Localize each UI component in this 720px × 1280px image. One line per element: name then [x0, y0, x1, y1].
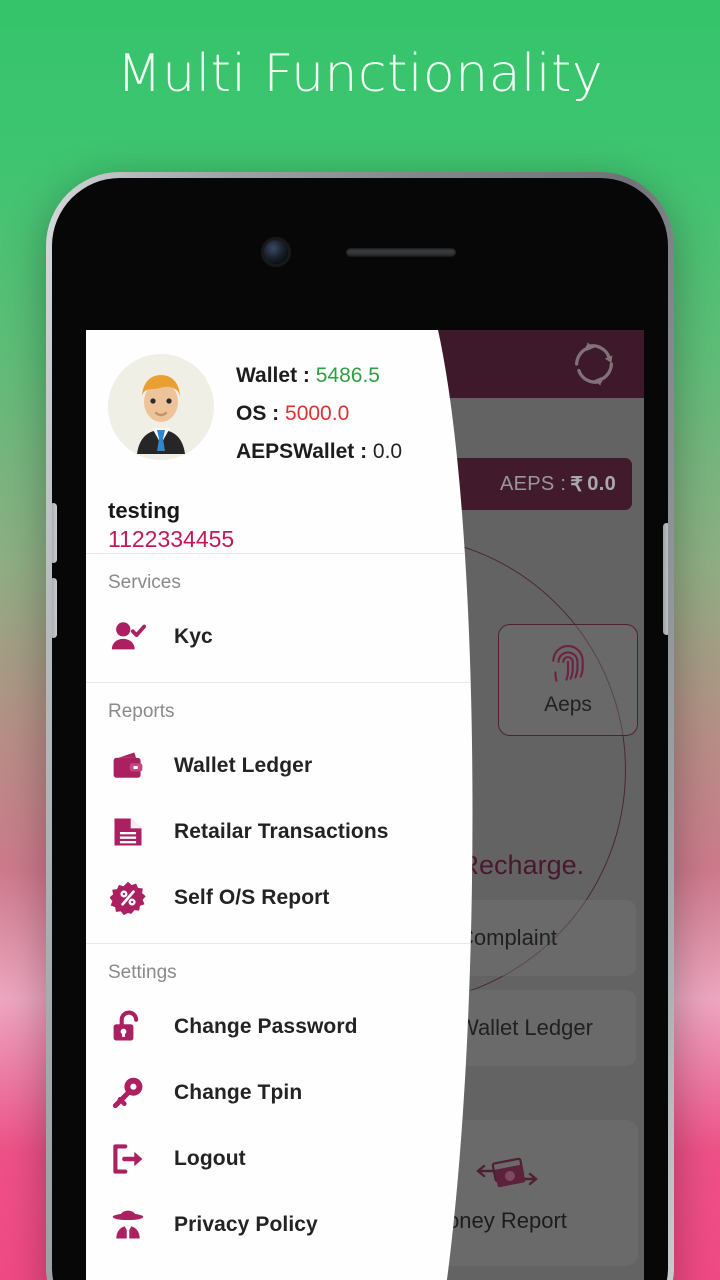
- sidebar-item-kyc-label: Kyc: [174, 625, 213, 648]
- section-title-services: Services: [108, 572, 181, 593]
- balance-aepswallet-value: 0.0: [372, 440, 403, 463]
- sidebar-item-wallet-ledger[interactable]: Wallet Ledger: [86, 733, 484, 799]
- sidebar-item-logout-label: Logout: [174, 1147, 246, 1170]
- money-transfer-icon: [476, 1157, 538, 1188]
- profile-phone: 1122334455: [108, 526, 235, 552]
- drawer-section-settings: Settings Change Password Change Tpin Log…: [86, 943, 484, 1270]
- sidebar-item-retailar-transactions[interactable]: Retailar Transactions: [86, 799, 484, 865]
- sidebar-item-privacy-policy[interactable]: Privacy Policy: [86, 1192, 484, 1258]
- drawer-header: Wallet : 5486.5 OS : 5000.0 AEPSWallet :…: [86, 330, 484, 494]
- sidebar-item-self-os-report-label: Self O/S Report: [174, 886, 330, 909]
- spy-icon: [108, 1205, 148, 1245]
- avatar: [108, 354, 214, 460]
- user-avatar-icon: [108, 354, 214, 460]
- volume-down-button[interactable]: [52, 578, 57, 638]
- row-wallet-ledger-label: Wallet Ledger: [458, 1015, 593, 1040]
- logout-icon: [108, 1139, 148, 1179]
- phone-hardware-row: [52, 240, 668, 264]
- wallet-icon: [108, 746, 148, 786]
- drawer-section-services: Services Kyc: [86, 553, 484, 682]
- front-camera-icon: [264, 240, 288, 264]
- section-title-reports: Reports: [108, 701, 175, 722]
- balance-aepswallet-label: AEPSWallet :: [236, 440, 368, 463]
- key-icon: [108, 1073, 148, 1113]
- section-title-settings: Settings: [108, 962, 177, 983]
- sidebar-item-wallet-ledger-label: Wallet Ledger: [174, 754, 313, 777]
- sidebar-item-logout[interactable]: Logout: [86, 1126, 484, 1192]
- sidebar-item-change-tpin[interactable]: Change Tpin: [86, 1060, 484, 1126]
- phone-bezel: AEPS : ₹ 0.0 Aeps phi Recharge. Complain…: [52, 178, 668, 1280]
- sidebar-item-change-tpin-label: Change Tpin: [174, 1081, 303, 1104]
- percent-badge-icon: [108, 878, 148, 918]
- balance-wallet-label: Wallet :: [236, 364, 310, 387]
- balance-wallet-value: 5486.5: [315, 364, 380, 387]
- drawer-section-reports: Reports Wallet Ledger Retailar Transacti…: [86, 682, 484, 943]
- sidebar-item-change-password[interactable]: Change Password: [86, 994, 484, 1060]
- document-icon: [108, 812, 148, 852]
- volume-up-button[interactable]: [52, 503, 57, 563]
- profile-name: testing: [108, 498, 181, 523]
- row-complaint-label: Complaint: [458, 925, 558, 950]
- user-check-icon: [108, 617, 148, 657]
- balance-wallet: Wallet : 5486.5: [236, 364, 402, 388]
- page-title: Multi Functionality: [116, 44, 604, 104]
- navigation-drawer: Wallet : 5486.5 OS : 5000.0 AEPSWallet :…: [86, 330, 484, 1280]
- refresh-sync-icon[interactable]: [568, 338, 620, 390]
- balance-aepswallet: AEPSWallet : 0.0: [236, 440, 402, 464]
- sidebar-item-kyc[interactable]: Kyc: [86, 604, 484, 670]
- phone-screen: AEPS : ₹ 0.0 Aeps phi Recharge. Complain…: [86, 330, 644, 1280]
- tile-money-report-label: oney Report: [447, 1208, 567, 1233]
- earpiece-speaker-icon: [346, 247, 456, 257]
- sidebar-item-retailar-transactions-label: Retailar Transactions: [174, 820, 389, 843]
- sidebar-item-self-os-report[interactable]: Self O/S Report: [86, 865, 484, 931]
- balance-block: Wallet : 5486.5 OS : 5000.0 AEPSWallet :…: [236, 354, 402, 478]
- fingerprint-icon: [552, 644, 584, 682]
- aeps-balance-currency: ₹: [570, 473, 584, 496]
- open-lock-icon: [108, 1007, 148, 1047]
- aeps-balance-label: AEPS :: [499, 472, 567, 495]
- tile-aeps[interactable]: Aeps: [498, 624, 638, 736]
- sidebar-item-privacy-policy-label: Privacy Policy: [174, 1213, 318, 1236]
- sidebar-item-change-password-label: Change Password: [174, 1015, 358, 1038]
- aeps-balance-amount: 0.0: [587, 472, 616, 495]
- balance-os-value: 5000.0: [285, 402, 350, 425]
- balance-os-label: OS :: [236, 402, 280, 425]
- power-button[interactable]: [663, 523, 668, 635]
- tile-aeps-label: Aeps: [544, 692, 592, 716]
- phone-device-frame: AEPS : ₹ 0.0 Aeps phi Recharge. Complain…: [46, 172, 674, 1280]
- balance-os: OS : 5000.0: [236, 402, 402, 426]
